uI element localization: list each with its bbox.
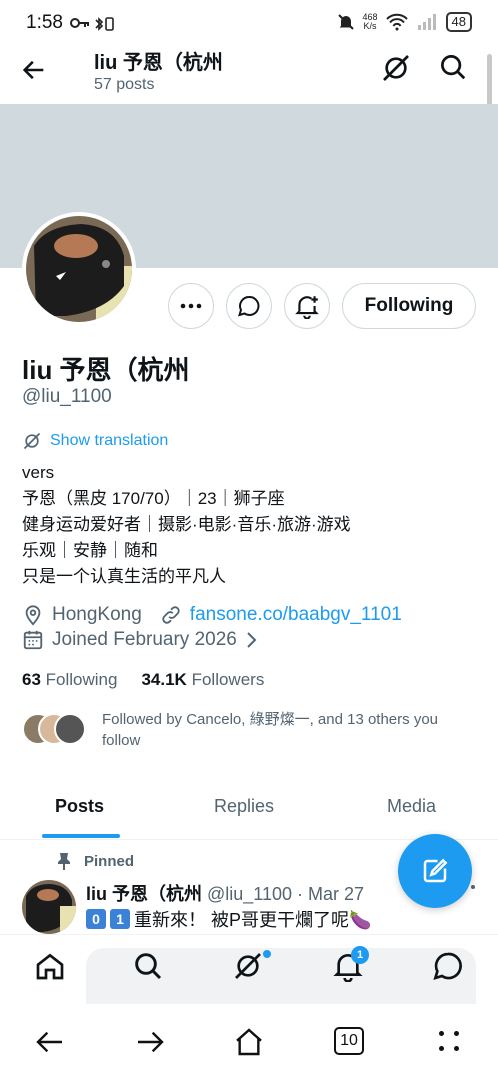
search-button[interactable] <box>438 52 472 86</box>
chat-bubble-icon <box>238 295 260 317</box>
mute-icon <box>337 14 354 30</box>
notification-badge: 1 <box>351 946 369 964</box>
location-row: HongKong fansone.co/baabgv_1101 <box>22 604 402 626</box>
message-button[interactable] <box>226 283 272 329</box>
link-icon <box>162 606 180 624</box>
key-icon <box>70 18 89 28</box>
back-button[interactable] <box>20 56 48 84</box>
grok-notification-dot <box>263 950 271 958</box>
search-icon <box>441 55 466 80</box>
nav-search[interactable] <box>132 950 164 986</box>
chat-bubble-icon <box>433 952 462 980</box>
post-header: liu 予恩（杭州 @liu_1100 · Mar 27 <box>86 880 364 906</box>
back-arrow-icon <box>22 60 44 80</box>
browser-back-button[interactable] <box>34 1026 66 1058</box>
header-name: liu 予恩（杭州 <box>94 52 223 74</box>
browser-tabs-button[interactable]: 10 <box>334 1027 364 1055</box>
keycap-digit: 1 <box>110 909 130 929</box>
battery-indicator: 48 <box>445 12 472 32</box>
show-translation-label: Show translation <box>50 432 169 449</box>
profile-tabs: Posts Replies Media <box>0 780 498 840</box>
translate-button[interactable] <box>380 52 414 86</box>
active-tab-indicator <box>42 834 120 838</box>
chevron-right-icon <box>247 632 257 648</box>
profile-avatar[interactable] <box>22 212 136 326</box>
home-icon <box>236 1028 262 1056</box>
following-button[interactable]: Following <box>342 283 476 329</box>
compose-button[interactable] <box>398 834 472 908</box>
four-dots-icon <box>439 1031 459 1051</box>
bio-line: 予恩（黑皮 170/70）｜23｜狮子座 <box>22 489 285 508</box>
search-icon <box>135 953 162 980</box>
arrow-left-icon <box>36 1031 62 1053</box>
followers-label: Followers <box>191 670 265 689</box>
tab-posts[interactable]: Posts <box>55 796 104 817</box>
show-translation-link[interactable]: Show translation <box>22 431 168 451</box>
bio-line: 乐观｜安静｜随和 <box>22 541 158 560</box>
network-speed: 468 K/s <box>363 13 378 31</box>
bio-line: 健身运动爱好者｜摄影·电影·音乐·旅游·游戏 <box>22 515 351 534</box>
bio-line: 只是一个认真生活的平凡人 <box>22 567 226 586</box>
grok-icon <box>383 55 409 81</box>
avatar-image <box>22 880 76 934</box>
followers-count-link[interactable]: 34.1K Followers <box>141 670 264 690</box>
profile-header: liu 予恩（杭州 57 posts <box>0 40 498 104</box>
signal-icon <box>417 14 436 30</box>
profile-name: liu 予恩（杭州 <box>22 355 190 385</box>
tab-replies[interactable]: Replies <box>214 796 274 817</box>
joined-text: Joined February 2026 <box>52 629 237 650</box>
followed-by-text[interactable]: Followed by Cancelo, 綠野燦一, and 13 others… <box>102 709 462 751</box>
post-avatar[interactable] <box>22 880 76 934</box>
profile-bio: vers 予恩（黑皮 170/70）｜23｜狮子座 健身运动爱好者｜摄影·电影·… <box>22 460 351 590</box>
avatar <box>54 713 86 745</box>
speed-unit: K/s <box>363 21 377 31</box>
grok-icon <box>23 432 41 450</box>
browser-menu-button[interactable] <box>434 1026 466 1058</box>
following-label: Following <box>45 670 118 689</box>
following-count-link[interactable]: 63 Following <box>22 670 117 690</box>
browser-forward-button[interactable] <box>134 1026 166 1058</box>
compose-icon <box>423 858 448 883</box>
keycap-digit: 0 <box>86 909 106 929</box>
post-body: 重新來！ 被P哥更干爛了呢🍆 <box>134 910 372 930</box>
more-dots-icon <box>180 303 202 309</box>
wifi-icon <box>385 13 408 31</box>
followed-by-avatars[interactable] <box>22 713 90 747</box>
location-pin-icon <box>25 605 41 626</box>
nav-messages[interactable] <box>432 950 464 986</box>
following-count: 63 <box>22 670 41 689</box>
home-icon <box>36 953 64 980</box>
bell-plus-icon <box>295 296 319 319</box>
notify-button[interactable] <box>284 283 330 329</box>
tab-media[interactable]: Media <box>387 796 436 817</box>
pinned-indicator: Pinned <box>56 852 134 870</box>
location-text: HongKong <box>52 604 142 625</box>
follow-counts: 63 Following 34.1K Followers <box>22 670 264 690</box>
joined-row[interactable]: Joined February 2026 <box>22 629 259 651</box>
calendar-icon <box>23 630 43 650</box>
pinned-label: Pinned <box>84 852 135 870</box>
grok-icon <box>235 953 261 979</box>
followers-count: 34.1K <box>141 670 187 689</box>
header-post-count: 57 posts <box>94 76 155 93</box>
profile-handle: @liu_1100 <box>22 386 112 407</box>
avatar-image <box>26 216 132 322</box>
status-right-icons: 468 K/s 48 <box>337 12 472 32</box>
browser-home-button[interactable] <box>233 1026 265 1058</box>
bluetooth-vibrate-icon <box>95 17 114 31</box>
pin-icon <box>58 853 70 870</box>
arrow-right-icon <box>138 1031 164 1053</box>
status-left-icons <box>70 16 116 32</box>
post-author[interactable]: liu 予恩（杭州 <box>86 884 202 904</box>
more-options-button[interactable] <box>168 283 214 329</box>
post-text[interactable]: 0 1 重新來！ 被P哥更干爛了呢🍆 <box>86 906 371 932</box>
nav-home[interactable] <box>34 950 66 986</box>
bio-line: vers <box>22 463 55 482</box>
website-link[interactable]: fansone.co/baabgv_1101 <box>190 604 402 626</box>
status-time: 1:58 <box>26 12 63 33</box>
post-handle-date: @liu_1100 · Mar 27 <box>207 884 365 904</box>
nav-grok[interactable] <box>232 950 264 986</box>
